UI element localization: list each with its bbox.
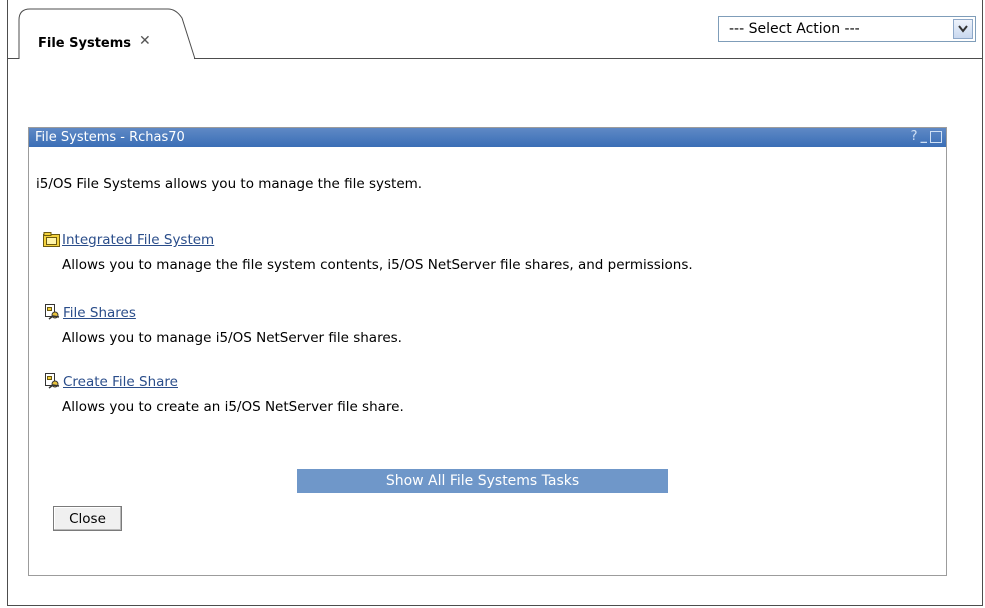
tab-shape — [18, 8, 196, 60]
folder-icon — [43, 232, 61, 248]
task-create-file-share: Create File Share Allows you to create a… — [43, 373, 404, 415]
tab-file-systems[interactable]: File Systems ✕ — [18, 6, 196, 62]
tab-label: File Systems — [38, 36, 132, 51]
close-button[interactable]: Close — [53, 506, 122, 531]
file-shares-link[interactable]: File Shares — [63, 305, 136, 321]
minimize-icon[interactable]: _ — [921, 129, 928, 144]
show-all-tasks-button[interactable]: Show All File Systems Tasks — [297, 469, 668, 493]
task-description: Allows you to manage i5/OS NetServer fil… — [62, 330, 402, 346]
tab-close-icon[interactable]: ✕ — [139, 33, 151, 49]
create-file-share-link[interactable]: Create File Share — [63, 374, 178, 390]
select-action-dropdown[interactable]: --- Select Action --- — [718, 16, 976, 42]
task-description: Allows you to manage the file system con… — [62, 257, 693, 273]
maximize-icon[interactable] — [930, 131, 942, 143]
task-description: Allows you to create an i5/OS NetServer … — [62, 399, 404, 415]
file-share-icon — [43, 304, 62, 321]
portlet-title: File Systems - Rchas70 — [35, 130, 185, 145]
tab-baseline — [194, 58, 983, 59]
portlet-titlebar: File Systems - Rchas70 ? _ — [29, 128, 946, 147]
task-integrated-file-system: Integrated File System Allows you to man… — [43, 232, 693, 273]
tab-baseline — [7, 58, 19, 59]
select-action-value: --- Select Action --- — [729, 21, 860, 37]
portlet-intro: i5/OS File Systems allows you to manage … — [36, 176, 423, 192]
task-file-shares: File Shares Allows you to manage i5/OS N… — [43, 304, 402, 346]
file-systems-portlet: File Systems - Rchas70 ? _ i5/OS File Sy… — [28, 127, 947, 576]
help-icon[interactable]: ? — [911, 129, 918, 144]
integrated-file-system-link[interactable]: Integrated File System — [62, 232, 214, 248]
chevron-down-icon[interactable] — [953, 19, 973, 39]
file-share-icon — [43, 373, 62, 390]
